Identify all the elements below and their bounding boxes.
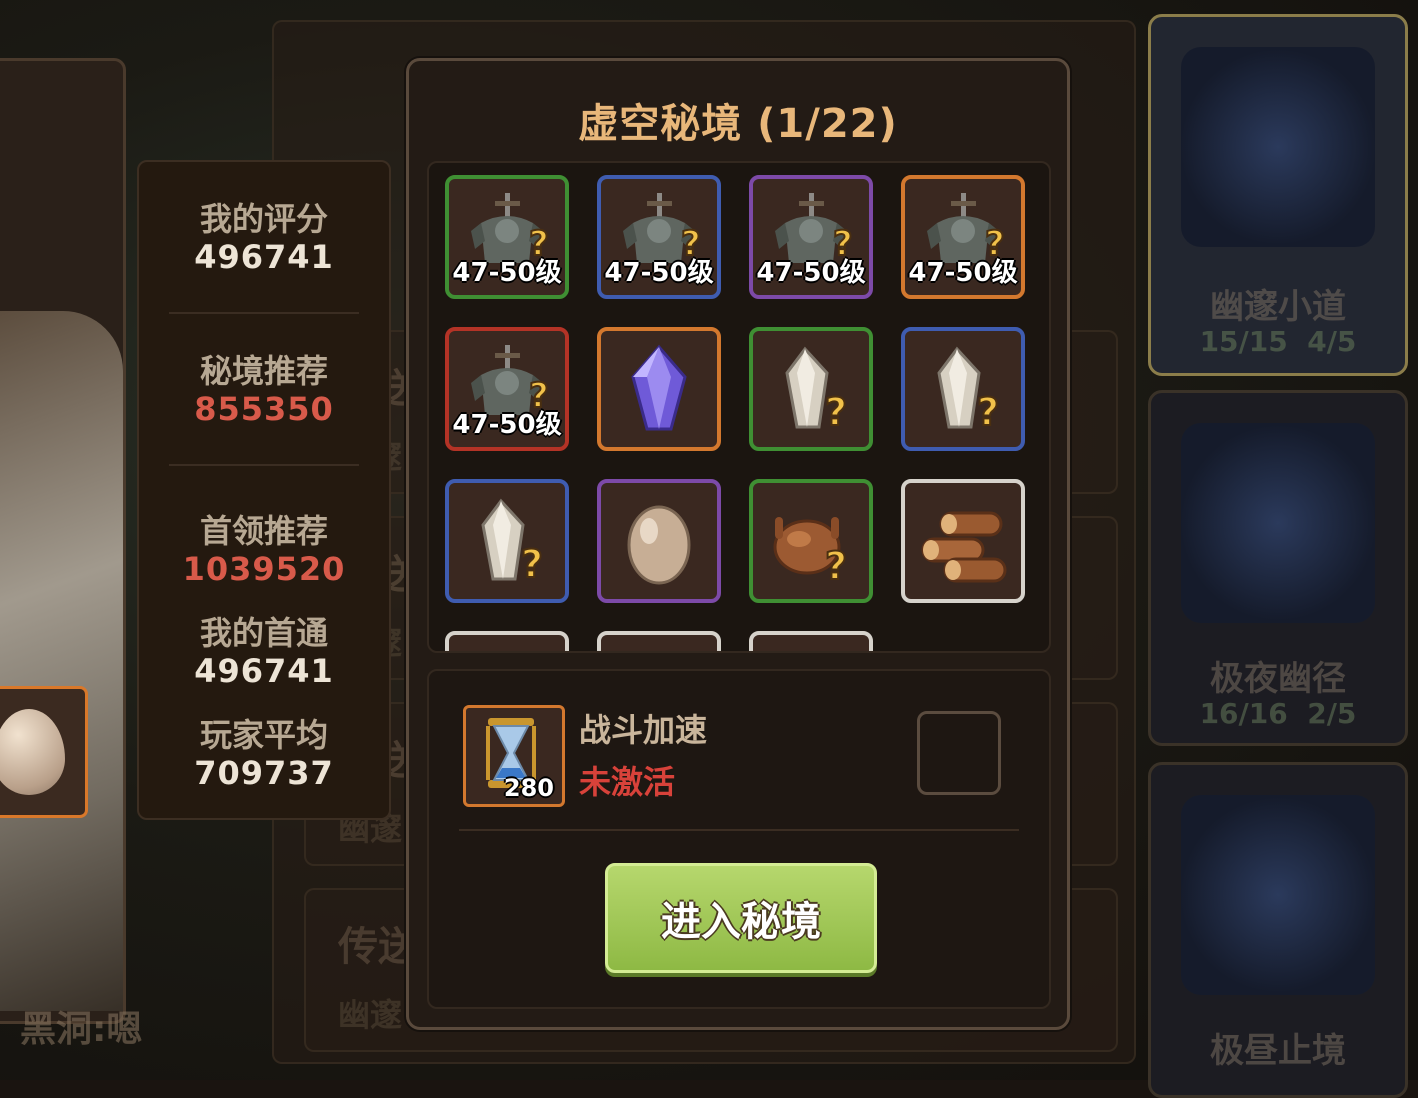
- equipped-egg-slot[interactable]: [0, 686, 88, 818]
- egg-icon: [0, 709, 65, 795]
- first-clear-label: 我的首通: [199, 614, 328, 652]
- battle-speed-checkbox[interactable]: [917, 711, 1001, 795]
- dungeon-progress: 15/15 4/5: [1151, 325, 1405, 358]
- dungeon-progress: 16/16 2/5: [1151, 697, 1405, 730]
- level-range-label: 47-50级: [452, 410, 562, 440]
- divider: [169, 464, 359, 466]
- reward-slot[interactable]: ? 47-50级: [901, 175, 1025, 299]
- reward-slot[interactable]: [445, 631, 569, 651]
- roast-chicken-mystery-icon: ?: [773, 517, 848, 589]
- enter-realm-button[interactable]: 进入秘境: [605, 863, 877, 973]
- dungeon-rune-icon: [1181, 423, 1375, 623]
- dialog-title: 虚空秘境 (1/22): [578, 101, 898, 147]
- dungeon-rune-icon: [1181, 47, 1375, 247]
- dungeon-name: 极夜幽径: [1210, 659, 1346, 699]
- reward-slot[interactable]: ? 47-50级: [445, 327, 569, 451]
- boss-value: 1039520: [182, 550, 346, 588]
- first-clear-value: 496741: [194, 652, 334, 690]
- level-range-label: 47-50级: [908, 258, 1018, 288]
- reward-slot[interactable]: ? 47-50级: [445, 175, 569, 299]
- battle-speed-section: 280 战斗加速 未激活 进入秘境: [427, 669, 1051, 1009]
- recommend-label: 秘境推荐: [199, 352, 328, 390]
- character-portrait: [0, 311, 123, 1011]
- dungeon-card-2[interactable]: 极夜幽径 16/16 2/5: [1148, 390, 1408, 746]
- reward-slot[interactable]: [597, 479, 721, 603]
- stars-value: 2/5: [1307, 697, 1357, 730]
- reward-grid[interactable]: ? 47-50级 ? 47-50级 ? 47-50级 ? 47-50级 ? 47…: [427, 161, 1051, 653]
- purple-crystal-icon: [631, 344, 687, 431]
- egg-icon: [627, 505, 691, 585]
- recommend-value: 855350: [194, 390, 334, 428]
- reward-slot[interactable]: [597, 631, 721, 651]
- character-panel: [0, 58, 126, 1024]
- svg-text:?: ?: [825, 544, 847, 588]
- wood-logs-icon: [921, 511, 1007, 583]
- mystery-crystal-icon: ?: [481, 498, 544, 587]
- reward-slot[interactable]: [597, 327, 721, 451]
- level-range-label: 47-50级: [604, 258, 714, 288]
- reward-slot[interactable]: ?: [749, 327, 873, 451]
- progress-value: 16/16: [1199, 697, 1288, 730]
- my-score-value: 496741: [194, 238, 334, 276]
- svg-text:?: ?: [825, 390, 847, 434]
- reward-slot[interactable]: ? 47-50级: [749, 175, 873, 299]
- dungeon-name: 极昼止境: [1210, 1031, 1346, 1071]
- level-range-label: 47-50级: [452, 258, 562, 288]
- reward-slot[interactable]: [901, 479, 1025, 603]
- reward-slot[interactable]: ?: [901, 327, 1025, 451]
- reward-slot[interactable]: ?: [445, 479, 569, 603]
- svg-text:?: ?: [977, 390, 999, 434]
- avg-label: 玩家平均: [199, 716, 328, 754]
- score-stats-panel: 我的评分 496741 秘境推荐 855350 首领推荐 1039520 我的首…: [137, 160, 391, 820]
- divider: [169, 312, 359, 314]
- avg-value: 709737: [194, 754, 334, 792]
- bg-label: 幽邃: [338, 996, 403, 1034]
- level-range-label: 47-50级: [756, 258, 866, 288]
- dungeon-card-1[interactable]: 幽邃小道 15/15 4/5: [1148, 14, 1408, 376]
- void-secret-realm-dialog: 虚空秘境 (1/22) ? 47-50级 ? 47-50级 ? 47-50级 ?…: [406, 58, 1070, 1030]
- reward-slot[interactable]: ?: [749, 479, 873, 603]
- battle-speed-label: 战斗加速: [579, 711, 708, 749]
- dungeon-card-3[interactable]: 极昼止境: [1148, 762, 1408, 1098]
- hourglass-count: 280: [503, 774, 554, 802]
- my-score-label: 我的评分: [199, 200, 328, 238]
- hourglass-item-slot[interactable]: 280: [463, 705, 565, 807]
- reward-slot[interactable]: [749, 631, 873, 651]
- battle-speed-status: 未激活: [579, 763, 676, 801]
- mystery-crystal-icon: ?: [937, 346, 1000, 435]
- progress-value: 15/15: [1199, 325, 1288, 358]
- reward-slot[interactable]: ? 47-50级: [597, 175, 721, 299]
- mystery-crystal-icon: ?: [785, 346, 848, 435]
- svg-text:?: ?: [521, 542, 543, 586]
- stars-value: 4/5: [1307, 325, 1357, 358]
- boss-label: 首领推荐: [199, 512, 328, 550]
- divider: [459, 829, 1019, 831]
- dungeon-name: 幽邃小道: [1210, 287, 1346, 327]
- dungeon-rune-icon: [1181, 795, 1375, 995]
- player-name: 黑洞:嗯: [20, 1009, 143, 1050]
